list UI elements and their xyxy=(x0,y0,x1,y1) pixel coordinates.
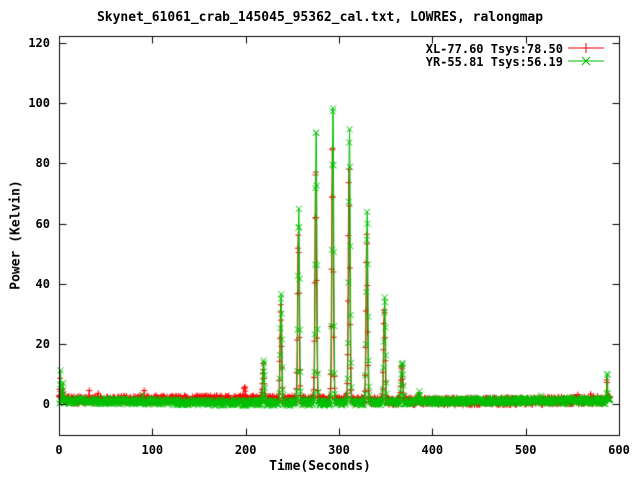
legend: XL-77.60 Tsys:78.50 YR-55.81 Tsys:56.19 xyxy=(425,41,604,69)
chart-title: Skynet_61061_crab_145045_95362_cal.txt, … xyxy=(96,10,544,25)
x-tick-label: 300 xyxy=(328,443,350,457)
x-axis-label: Time(Seconds) xyxy=(269,459,371,474)
x-tick-label: 500 xyxy=(514,443,537,457)
y-tick-label: 100 xyxy=(28,96,50,111)
legend-entry-yr: YR-55.81 Tsys:56.19 xyxy=(425,54,604,69)
legend-entry-xl: XL-77.60 Tsys:78.50 xyxy=(425,41,604,56)
y-tick-label: 20 xyxy=(35,336,50,351)
y-tick-label: 0 xyxy=(42,397,50,412)
legend-label-yr: YR-55.81 Tsys:56.19 xyxy=(425,54,563,69)
y-tick-label: 120 xyxy=(28,36,50,51)
cross-marker-icon xyxy=(568,56,604,66)
x-tick-label: 100 xyxy=(141,443,164,457)
y-axis-label: Power (Kelvin) xyxy=(8,180,24,290)
y-tick-label: 80 xyxy=(35,156,50,171)
x-tick-label: 400 xyxy=(421,443,444,457)
y-tick-label: 40 xyxy=(35,276,50,291)
x-tick-label: 200 xyxy=(234,443,257,457)
x-tick-label: 0 xyxy=(55,443,63,457)
y-tick-label: 60 xyxy=(35,216,50,231)
gnuplot-chart-window: Skynet_61061_crab_145045_95362_cal.txt, … xyxy=(0,0,640,480)
legend-label-xl: XL-77.60 Tsys:78.50 xyxy=(425,41,563,56)
x-tick-label: 600 xyxy=(608,443,630,457)
plus-marker-icon xyxy=(568,43,604,53)
plot-canvas xyxy=(0,0,640,480)
